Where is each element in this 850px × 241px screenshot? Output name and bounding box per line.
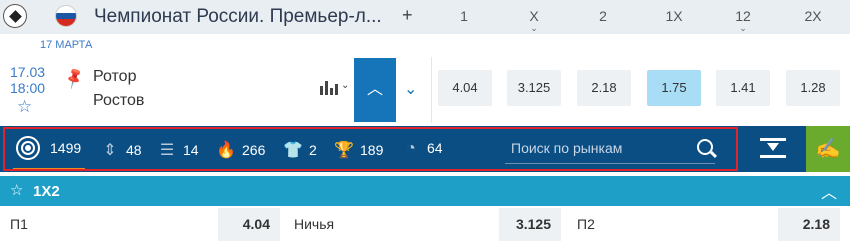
column-header-1: 1 bbox=[460, 8, 468, 24]
outcome-name: Ничья bbox=[294, 216, 335, 232]
outcomes-row: П1 4.04 Ничья 3.125 П2 2.18 bbox=[0, 208, 850, 241]
collapse-markets-button[interactable]: ︿ bbox=[354, 58, 396, 122]
match-datetime: 17.03 18:00 bbox=[10, 64, 46, 96]
column-header-2: 2 bbox=[599, 8, 607, 24]
market-section-title: 1X2 bbox=[33, 183, 60, 200]
odd-12[interactable]: 1.41 bbox=[716, 70, 770, 106]
chevron-up-icon[interactable]: ︿ bbox=[821, 179, 837, 203]
chevron-down-icon: ⌄ bbox=[530, 23, 538, 33]
russia-flag-icon bbox=[55, 5, 77, 27]
outcome-odd[interactable]: 2.18 bbox=[778, 208, 840, 241]
odd-x[interactable]: 3.125 bbox=[507, 70, 561, 106]
column-header-2x: 2X bbox=[804, 8, 822, 24]
highlight-outline bbox=[3, 127, 738, 171]
odd-1x[interactable]: 1.75 bbox=[647, 70, 701, 106]
chevron-down-icon[interactable]: ⌄ bbox=[404, 79, 417, 99]
outcome-name: П1 bbox=[10, 216, 28, 232]
market-section-header[interactable]: ☆ 1X2 ︿ bbox=[0, 176, 850, 206]
column-header-12[interactable]: 12 ⌄ bbox=[723, 8, 763, 33]
odd-1[interactable]: 4.04 bbox=[438, 70, 492, 106]
league-title[interactable]: Чемпионат России. Премьер-л... bbox=[94, 6, 382, 28]
favorite-star-icon[interactable]: ☆ bbox=[17, 97, 32, 117]
team-away[interactable]: Ростов bbox=[93, 92, 144, 110]
odd-2[interactable]: 2.18 bbox=[577, 70, 631, 106]
match-date-group: 17 МАРТА bbox=[40, 39, 93, 51]
live-stream-button[interactable]: ✍ bbox=[806, 126, 850, 172]
football-icon bbox=[3, 4, 27, 28]
divider bbox=[431, 57, 432, 123]
statistics-icon[interactable] bbox=[320, 81, 340, 95]
column-header-1x: 1X bbox=[665, 8, 683, 24]
team-home[interactable]: Ротор bbox=[93, 68, 136, 86]
chevron-down-icon: ⌄ bbox=[739, 23, 747, 33]
pin-icon[interactable]: 📌 bbox=[62, 66, 87, 90]
collapse-all-icon[interactable] bbox=[760, 138, 786, 160]
league-header: Чемпионат России. Премьер-л... + 1 X ⌄ 2 … bbox=[0, 0, 850, 34]
chevron-down-icon[interactable]: ⌄ bbox=[341, 80, 349, 91]
match-row[interactable]: 17.03 18:00 ☆ 📌 Ротор Ростов ⌄ ︿ ⌄ 4.04 … bbox=[0, 57, 850, 123]
add-market-button[interactable]: + bbox=[402, 5, 413, 26]
outcome-odd[interactable]: 3.125 bbox=[499, 208, 561, 241]
outcome-name: П2 bbox=[577, 216, 595, 232]
odd-2x[interactable]: 1.28 bbox=[786, 70, 840, 106]
favorite-star-icon[interactable]: ☆ bbox=[10, 181, 23, 199]
outcome-odd[interactable]: 4.04 bbox=[218, 208, 280, 241]
column-header-x[interactable]: X ⌄ bbox=[514, 8, 554, 33]
